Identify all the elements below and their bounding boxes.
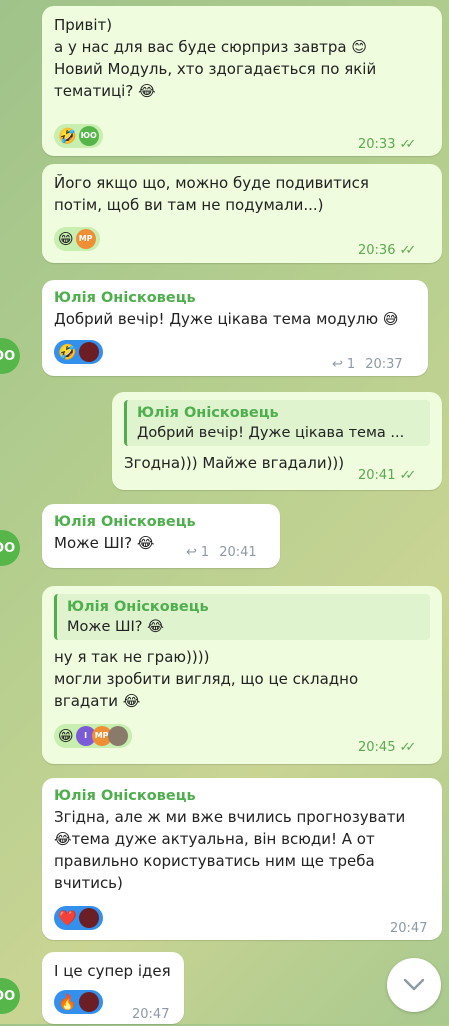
reaction-chip[interactable]: ❤️ [54, 906, 103, 930]
reaction-emoji: ❤️ [58, 909, 77, 927]
message-bubble-outgoing[interactable]: Юлія Онісковець Може ШІ? 😂 ну я так не г… [42, 586, 442, 764]
reaction-emoji: 🔥 [58, 993, 77, 1011]
message-time: 20:45 [358, 740, 396, 755]
reaction-user-avatar [107, 726, 128, 746]
message-text-line: ну я так не граю)))) [54, 648, 210, 666]
reaction-user-avatar [78, 342, 99, 362]
reaction-user-avatar: ЮО [78, 126, 99, 146]
message-time: 20:36 [358, 243, 396, 258]
quote-sender: Юлія Онісковець [67, 599, 209, 615]
message-text-line: а у нас для вас буде сюрприз завтра 😊 [54, 38, 367, 56]
message-text-line: тематиці? 😂 [54, 82, 156, 100]
reaction-user-avatar [78, 908, 99, 928]
message-text-line: Згідна, але ж ми вже вчились прогнозуват… [54, 808, 406, 826]
reaction-emoji: 😁 [58, 727, 74, 745]
message-bubble-incoming[interactable]: Юлія Онісковець Може ШІ? 😂 ↩ 1 20:41 [42, 504, 280, 568]
double-check-icon: ✓✓ [399, 137, 416, 152]
message-text-line: Добрий вечір! Дуже цікава тема модулю 😅 [54, 310, 399, 328]
reply-count[interactable]: 1 [347, 354, 355, 376]
reaction-emoji: 😁 [58, 230, 74, 248]
reply-count[interactable]: 1 [201, 542, 209, 564]
message-text-line: 😂тема дуже актуальна, він всюди! А от [54, 830, 375, 848]
message-text-line: Новий Модуль, хто здогадається по якій [54, 60, 377, 78]
message-bubble-incoming[interactable]: Юлія Онісковець Добрий вечір! Дуже цікав… [42, 280, 428, 376]
message-time: 20:47 [132, 1007, 170, 1022]
message-text-line: Привіт) [54, 16, 113, 34]
scroll-down-button[interactable] [387, 958, 441, 1012]
reaction-chip[interactable]: 😁 І МР [54, 724, 132, 748]
sender-avatar[interactable]: ЮО [0, 338, 20, 374]
reaction-emoji: 🤣 [58, 127, 77, 145]
reaction-chip[interactable]: 😁 МР [54, 227, 100, 251]
double-check-icon: ✓✓ [399, 243, 416, 258]
reaction-user-avatar: МР [75, 229, 96, 249]
double-check-icon: ✓✓ [399, 468, 416, 483]
reaction-chip[interactable]: 🤣 [54, 340, 103, 364]
sender-avatar[interactable]: ЮО [0, 530, 20, 566]
message-text-line: могли зробити вигляд, що це складно [54, 670, 359, 688]
message-text-line: правильно користуватись ним ще треба [54, 852, 375, 870]
quote-text: Добрий вечір! Дуже цікава тема ... [137, 425, 405, 441]
reaction-chip[interactable]: 🤣 ЮО [54, 124, 103, 148]
message-bubble-outgoing[interactable]: Його якщо що, можно буде подивитися поті… [42, 164, 442, 263]
message-text-line: І це супер ідея [54, 962, 171, 980]
message-bubble-outgoing[interactable]: Привіт) а у нас для вас буде сюрприз зав… [42, 6, 442, 156]
message-bubble-incoming[interactable]: Юлія Онісковець Згідна, але ж ми вже вчи… [42, 778, 442, 940]
reaction-emoji: 🤣 [58, 343, 77, 361]
message-time: 20:33 [358, 137, 396, 152]
message-time: 20:47 [390, 921, 428, 936]
message-bubble-outgoing[interactable]: Юлія Онісковець Добрий вечір! Дуже цікав… [112, 392, 442, 490]
message-text-line: вгадати 😂 [54, 692, 141, 710]
reply-arrow-icon[interactable]: ↩ [186, 542, 197, 564]
quote-text: Може ШІ? 😂 [67, 619, 165, 635]
message-time: 20:41 [358, 468, 396, 483]
message-text-line: потім, щоб ви там не подумали...) [54, 196, 324, 214]
message-bubble-incoming[interactable]: І це супер ідея 🔥 20:47 [42, 952, 184, 1024]
quote-sender: Юлія Онісковець [137, 405, 279, 421]
sender-avatar[interactable]: ЮО [0, 978, 20, 1014]
message-text-line: вчитись) [54, 874, 123, 892]
quoted-message[interactable]: Юлія Онісковець Добрий вечір! Дуже цікав… [124, 400, 430, 446]
message-sender[interactable]: Юлія Онісковець [54, 288, 416, 308]
chevron-down-icon [403, 978, 425, 991]
message-time: 20:37 [365, 357, 403, 372]
double-check-icon: ✓✓ [399, 740, 416, 755]
message-sender[interactable]: Юлія Онісковець [54, 786, 430, 806]
quoted-message[interactable]: Юлія Онісковець Може ШІ? 😂 [54, 594, 430, 640]
reply-arrow-icon[interactable]: ↩ [332, 354, 343, 376]
message-time: 20:41 [219, 545, 257, 560]
reaction-user-avatar [78, 992, 99, 1012]
message-text-line: Його якщо що, можно буде подивитися [54, 174, 369, 192]
reaction-chip[interactable]: 🔥 [54, 990, 103, 1014]
message-sender[interactable]: Юлія Онісковець [54, 512, 268, 532]
